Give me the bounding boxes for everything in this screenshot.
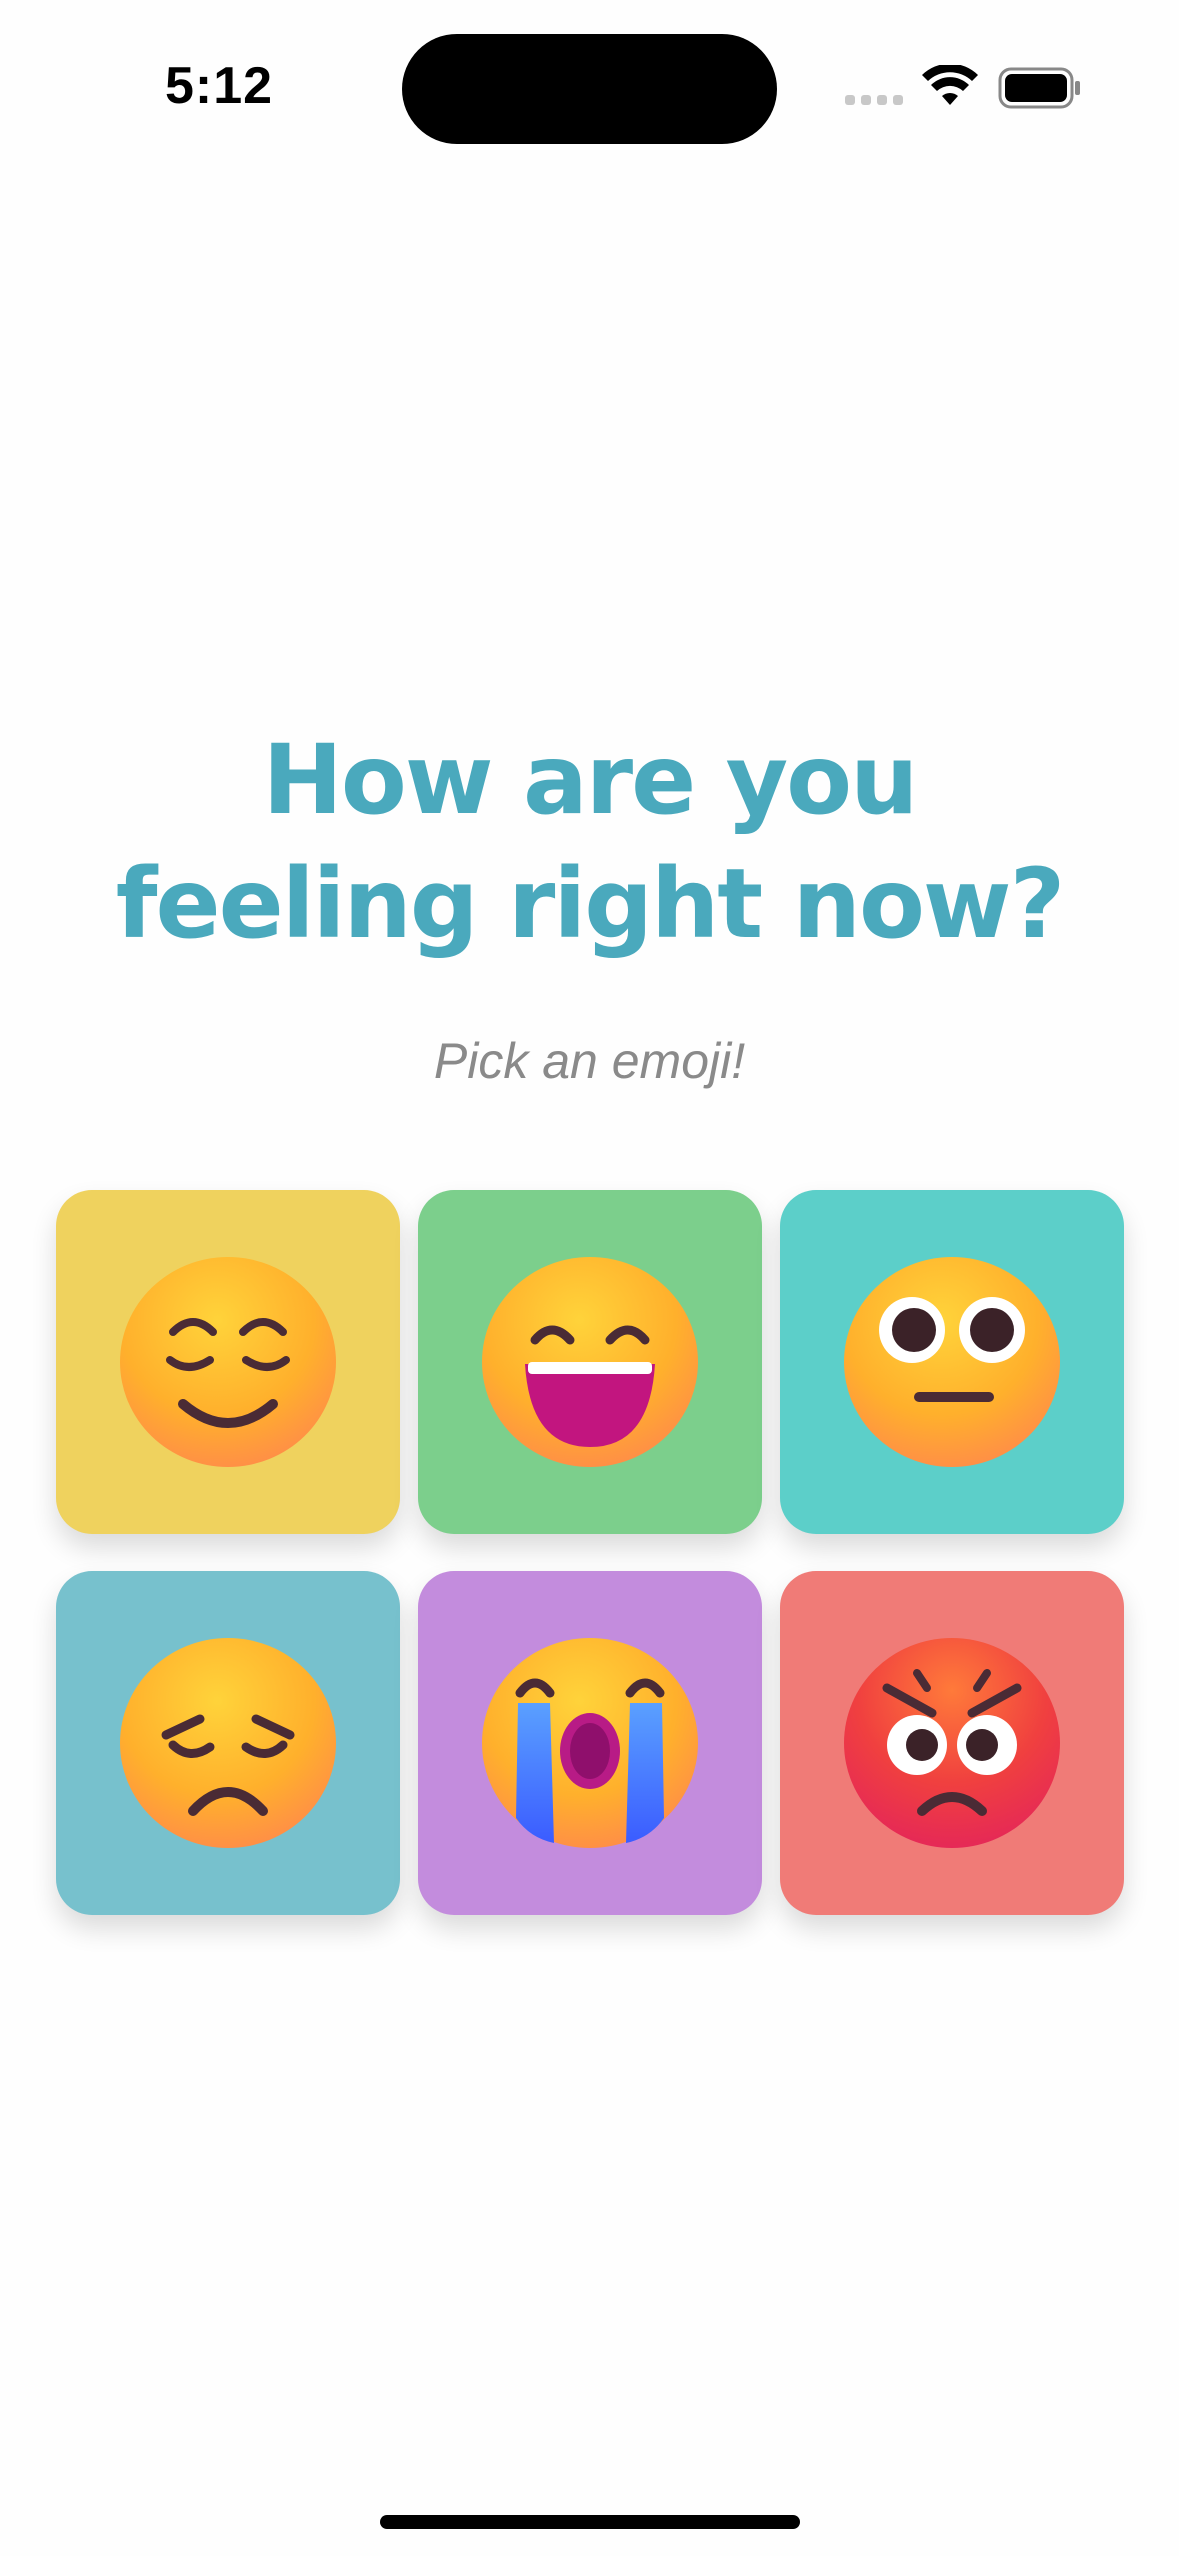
- battery-icon: [998, 67, 1080, 109]
- grinning-face-icon: [482, 1257, 698, 1467]
- subtitle: Pick an emoji!: [433, 1033, 746, 1089]
- app-screen: 5:12 How are you feeling right now? Pick…: [0, 0, 1179, 2556]
- relieved-face-icon: [120, 1257, 336, 1467]
- wifi-icon: [922, 65, 978, 105]
- crying-face-icon: [482, 1638, 698, 1848]
- title-line-2: feeling right now?: [115, 848, 1066, 960]
- signal-icon: [845, 95, 903, 105]
- mood-tile-grinning[interactable]: [418, 1190, 762, 1534]
- mood-tile-angry[interactable]: [780, 1571, 1124, 1915]
- mood-tile-crying[interactable]: [418, 1571, 762, 1915]
- sad-face-icon: [120, 1638, 336, 1848]
- mood-tile-relieved[interactable]: [56, 1190, 400, 1534]
- status-time: 5:12: [165, 57, 274, 115]
- dynamic-island: [402, 34, 777, 144]
- title-line-1: How are you: [262, 724, 919, 836]
- mood-tile-neutral[interactable]: [780, 1190, 1124, 1534]
- page-title: How are you feeling right now?: [0, 718, 1179, 966]
- mood-tile-sad[interactable]: [56, 1571, 400, 1915]
- home-indicator[interactable]: [380, 2515, 800, 2529]
- angry-face-icon: [844, 1638, 1060, 1848]
- neutral-face-icon: [844, 1257, 1060, 1467]
